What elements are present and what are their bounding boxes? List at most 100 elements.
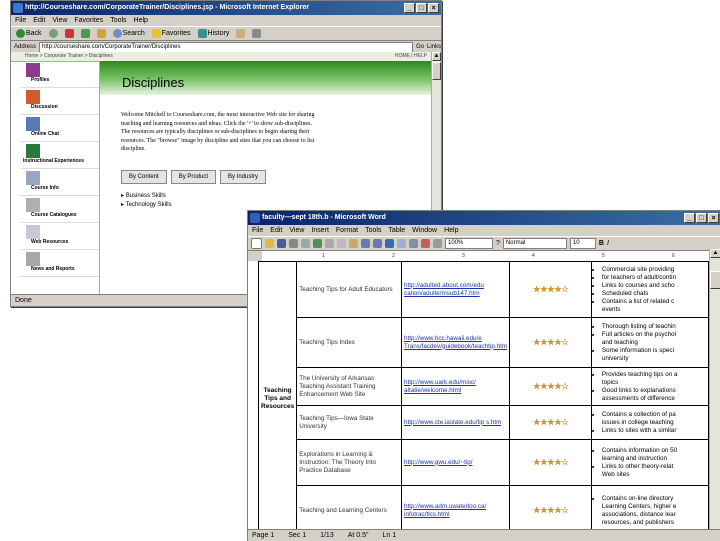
zoom-select[interactable]: 100% bbox=[445, 238, 493, 249]
menu-insert[interactable]: Insert bbox=[311, 225, 329, 236]
home-button[interactable] bbox=[95, 28, 108, 39]
status-text: Done bbox=[15, 297, 32, 304]
help-icon[interactable]: ? bbox=[496, 240, 500, 247]
table-icon[interactable] bbox=[397, 239, 406, 248]
close-button[interactable]: × bbox=[708, 213, 719, 223]
by-content-button[interactable]: By Content bbox=[121, 170, 167, 184]
scroll-up-arrow-icon[interactable]: ▲ bbox=[432, 52, 441, 61]
word-document: Teaching Tips and Resources Teaching Tip… bbox=[248, 261, 709, 530]
print-button[interactable] bbox=[250, 28, 263, 39]
drawing-icon[interactable] bbox=[421, 239, 430, 248]
show-hide-icon[interactable] bbox=[433, 239, 442, 248]
links-button[interactable]: Links bbox=[427, 44, 441, 50]
history-button[interactable]: History bbox=[196, 28, 232, 39]
hyperlink-icon[interactable] bbox=[385, 239, 394, 248]
word-statusbar: Page 1 Sec 1 1/13 At 0.5" Ln 1 bbox=[248, 529, 720, 541]
copy-icon[interactable] bbox=[337, 239, 346, 248]
forward-button[interactable] bbox=[47, 28, 60, 39]
minimize-button[interactable]: _ bbox=[684, 213, 695, 223]
status-page-count: 1/13 bbox=[320, 532, 334, 539]
nav-web-resources[interactable]: Web Resources bbox=[21, 223, 99, 250]
nav-course-info[interactable]: Course Info bbox=[21, 169, 99, 196]
menu-window[interactable]: Window bbox=[412, 225, 437, 236]
close-button[interactable]: × bbox=[428, 3, 439, 13]
stop-button[interactable] bbox=[63, 28, 76, 39]
style-select[interactable]: Normal bbox=[502, 238, 567, 249]
menu-format[interactable]: Format bbox=[336, 225, 358, 236]
resource-url[interactable]: http://adulted.about.com/edu cation/adul… bbox=[401, 261, 511, 318]
page-header-banner: Disciplines bbox=[100, 61, 431, 95]
menu-help[interactable]: Help bbox=[444, 225, 458, 236]
home-icon bbox=[96, 29, 106, 38]
scroll-thumb[interactable] bbox=[432, 62, 441, 80]
nav-online-chat[interactable]: Online Chat bbox=[21, 115, 99, 142]
spelling-icon[interactable] bbox=[313, 239, 322, 248]
menu-tools[interactable]: Tools bbox=[365, 225, 381, 236]
menu-file[interactable]: File bbox=[15, 15, 26, 26]
by-industry-button[interactable]: By Industry bbox=[220, 170, 267, 184]
resource-url[interactable]: http://www.cte.iastate.edu/tip s.htm bbox=[401, 405, 511, 440]
menu-favorites[interactable]: Favorites bbox=[74, 15, 103, 26]
nav-course-catalogues[interactable]: Course Catalogues bbox=[21, 196, 99, 223]
italic-button[interactable]: I bbox=[607, 240, 609, 247]
print-icon[interactable] bbox=[289, 239, 298, 248]
minimize-button[interactable]: _ bbox=[404, 3, 415, 13]
scroll-thumb[interactable] bbox=[710, 271, 720, 289]
status-section: Sec 1 bbox=[288, 532, 307, 539]
refresh-button[interactable] bbox=[79, 28, 92, 39]
font-size-select[interactable]: 10 bbox=[569, 238, 596, 249]
scroll-up-arrow-icon[interactable]: ▲ bbox=[710, 249, 720, 258]
status-position: At 0.5" bbox=[347, 532, 369, 539]
word-titlebar: faculty—sept 18th.b - Microsoft Word _ □… bbox=[248, 211, 720, 225]
go-button[interactable]: Go bbox=[416, 44, 424, 50]
cut-icon[interactable] bbox=[325, 239, 334, 248]
open-folder-icon[interactable] bbox=[265, 239, 274, 248]
bold-button[interactable]: B bbox=[599, 240, 604, 247]
menu-tools[interactable]: Tools bbox=[110, 15, 126, 26]
maximize-button[interactable]: □ bbox=[696, 213, 707, 223]
resource-url[interactable]: http://www.adm.uwaterloo.ca/ infotrac/tl… bbox=[401, 485, 511, 530]
mail-icon bbox=[236, 29, 246, 38]
nav-news-and-reports[interactable]: News and Reports bbox=[21, 250, 99, 277]
columns-icon[interactable] bbox=[409, 239, 418, 248]
menu-help[interactable]: Help bbox=[134, 15, 148, 26]
resource-url[interactable]: http://www.uark.edu/misc/ altatie/welcom… bbox=[401, 367, 511, 406]
search-button[interactable]: Search bbox=[111, 28, 147, 39]
menu-edit[interactable]: Edit bbox=[270, 225, 282, 236]
menu-view[interactable]: View bbox=[289, 225, 304, 236]
menu-view[interactable]: View bbox=[52, 15, 67, 26]
category-cell: Teaching Tips and Resources bbox=[257, 261, 298, 530]
menu-table[interactable]: Table bbox=[388, 225, 405, 236]
discipline-list: ▸ Business Skills ▸ Technology Skills bbox=[121, 192, 172, 210]
resource-url[interactable]: http://www.gwu.edu/~tip/ bbox=[401, 439, 511, 486]
notes-cell: Provides teaching tips on atopicsGood li… bbox=[590, 367, 709, 406]
discipline-item[interactable]: ▸ Technology Skills bbox=[121, 201, 172, 210]
nav-instructional-experiences[interactable]: Instructional Experiences bbox=[21, 142, 99, 169]
word-scrollbar[interactable]: ▲ bbox=[709, 249, 720, 530]
new-document-icon[interactable] bbox=[251, 238, 262, 249]
nav-profiles[interactable]: Profiles bbox=[21, 61, 99, 88]
save-icon[interactable] bbox=[277, 239, 286, 248]
table-row: The University of Arkansas Teaching Assi… bbox=[259, 367, 709, 406]
menu-file[interactable]: File bbox=[252, 225, 263, 236]
back-button[interactable]: Back bbox=[14, 28, 44, 39]
undo-icon[interactable] bbox=[361, 239, 370, 248]
status-page: Page 1 bbox=[252, 532, 275, 539]
menu-edit[interactable]: Edit bbox=[33, 15, 45, 26]
nav-discussion[interactable]: Discussion bbox=[21, 88, 99, 115]
discipline-item[interactable]: ▸ Business Skills bbox=[121, 192, 172, 201]
by-product-button[interactable]: By Product bbox=[170, 170, 217, 184]
mail-button[interactable] bbox=[234, 28, 247, 39]
maximize-button[interactable]: □ bbox=[416, 3, 427, 13]
paste-icon[interactable] bbox=[349, 239, 358, 248]
redo-icon[interactable] bbox=[373, 239, 382, 248]
print-preview-icon[interactable] bbox=[301, 239, 310, 248]
resource-name: Explorations in Learning & Instruction: … bbox=[296, 439, 403, 486]
resource-url[interactable]: http://www.hcc.hawaii.edu/e Trans/facdev… bbox=[401, 317, 511, 368]
address-input[interactable]: http://courseshare.com/CorporateTrainer/… bbox=[39, 41, 413, 53]
ie-toolbar: Back Search Favorites History bbox=[11, 26, 441, 41]
favorites-button[interactable]: Favorites bbox=[150, 28, 193, 39]
web-resources-icon bbox=[26, 225, 40, 239]
resource-name: Teaching Tips Index bbox=[296, 317, 403, 368]
table-row: Explorations in Learning & Instruction: … bbox=[259, 439, 709, 486]
